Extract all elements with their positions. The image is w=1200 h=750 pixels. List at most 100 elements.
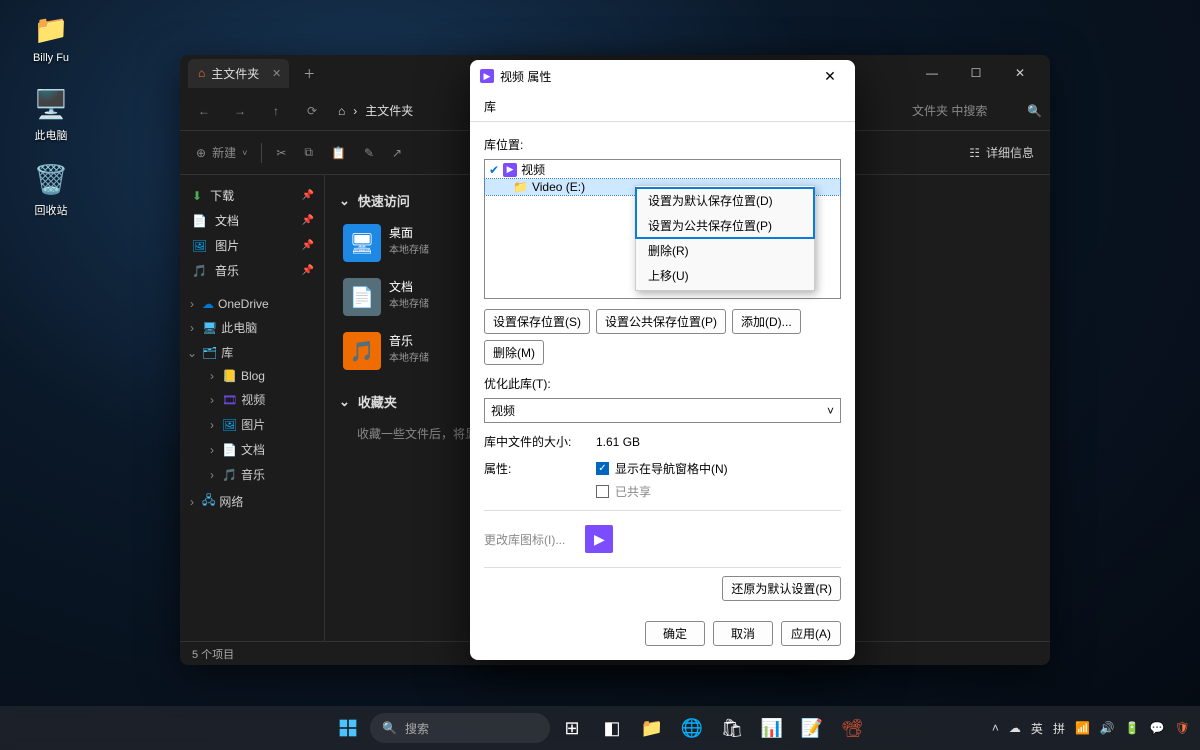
sidebar-item-music[interactable]: 🎵音乐📌 (184, 258, 320, 283)
set-public-save-button[interactable]: 设置公共保存位置(P) (596, 309, 726, 334)
restore-defaults-button[interactable]: 还原为默认设置(R) (722, 576, 841, 601)
dialog-footer: 确定 取消 应用(A) (470, 611, 855, 660)
pc-icon: 🖥️ (32, 85, 70, 123)
share-button[interactable]: ↗ (384, 137, 410, 169)
ok-button[interactable]: 确定 (645, 621, 705, 646)
notification-icon[interactable]: 💬 (1150, 721, 1165, 735)
start-button[interactable] (330, 710, 366, 746)
change-icon-label[interactable]: 更改库图标(I)... (484, 531, 565, 548)
wifi-icon[interactable]: 📶 (1075, 721, 1090, 735)
sidebar-item-network[interactable]: ›🖧网络 (184, 487, 320, 516)
show-in-nav-checkbox[interactable]: ✓显示在导航窗格中(N) (596, 460, 728, 477)
volume-icon[interactable]: 🔊 (1100, 721, 1115, 735)
maximize-button[interactable]: ☐ (954, 58, 998, 88)
download-icon: ⬇ (192, 189, 202, 203)
close-tab-icon[interactable]: ✕ (272, 67, 281, 80)
ime-mode[interactable]: 拼 (1053, 720, 1065, 737)
tile-desktop[interactable]: 🖥桌面本地存储 (339, 220, 479, 266)
ctx-set-default-save[interactable]: 设置为默认保存位置(D) (636, 188, 814, 213)
desktop-icon-label: 回收站 (16, 202, 86, 218)
cut-button[interactable]: ✂ (268, 137, 294, 169)
close-dialog-button[interactable]: ✕ (815, 64, 845, 88)
back-button[interactable]: ← (188, 95, 220, 127)
sidebar-lib-blog[interactable]: ›📒Blog (204, 365, 320, 387)
tab-label: 主文件夹 (211, 65, 259, 82)
app-powerpoint[interactable]: 📽 (834, 710, 870, 746)
sidebar-lib-video[interactable]: ›🎞视频 (204, 387, 320, 412)
sidebar-item-documents[interactable]: 📄文档📌 (184, 208, 320, 233)
pin-icon: 📌 (302, 265, 314, 276)
sidebar-lib-pictures[interactable]: ›🖼图片 (204, 412, 320, 437)
breadcrumb[interactable]: ⌂› 主文件夹 (338, 102, 413, 119)
ctx-move-up[interactable]: 上移(U) (636, 263, 814, 288)
dialog-title: 视频 属性 (500, 68, 551, 85)
desktop-icon-recyclebin[interactable]: 🗑️ 回收站 (16, 160, 86, 218)
forward-button[interactable]: → (224, 95, 256, 127)
apply-button[interactable]: 应用(A) (781, 621, 841, 646)
item-count: 5 个项目 (192, 646, 234, 662)
minimize-button[interactable]: ― (910, 58, 954, 88)
ctx-delete[interactable]: 删除(R) (636, 238, 814, 263)
doc-icon: 📄 (222, 443, 237, 457)
music-icon: 🎵 (192, 264, 207, 278)
size-label: 库中文件的大小: (484, 433, 584, 450)
app-store[interactable]: 🛍 (714, 710, 750, 746)
taskview-button[interactable]: ⊞ (554, 710, 590, 746)
sidebar-item-onedrive[interactable]: ›☁OneDrive (184, 293, 320, 315)
dialog-titlebar: ▶ 视频 属性 ✕ (470, 60, 855, 92)
new-button[interactable]: ⊕新建˅ (188, 137, 255, 169)
set-save-location-button[interactable]: 设置保存位置(S) (484, 309, 590, 334)
separator (261, 143, 262, 163)
chevron-right-icon: › (186, 321, 198, 335)
app-word[interactable]: 📝 (794, 710, 830, 746)
sidebar-lib-music[interactable]: ›🎵音乐 (204, 462, 320, 487)
up-button[interactable]: ↑ (260, 95, 292, 127)
remove-location-button[interactable]: 删除(M) (484, 340, 544, 365)
tile-documents[interactable]: 📄文档本地存储 (339, 274, 479, 320)
refresh-button[interactable]: ⟳ (296, 95, 328, 127)
desktop-icon-userfolder[interactable]: 📁 Billy Fu (16, 10, 86, 64)
widgets-button[interactable]: ◧ (594, 710, 630, 746)
tile-music[interactable]: 🎵音乐本地存储 (339, 328, 479, 374)
battery-icon[interactable]: 🔋 (1125, 721, 1140, 735)
sidebar-lib-documents[interactable]: ›📄文档 (204, 437, 320, 462)
cancel-button[interactable]: 取消 (713, 621, 773, 646)
security-icon[interactable]: 🛡 (1175, 721, 1190, 735)
locations-listbox[interactable]: ✔▶视频 📁Video (E:) 设置为默认保存位置(D) 设置为公共保存位置(… (484, 159, 841, 299)
add-location-button[interactable]: 添加(D)... (732, 309, 801, 334)
breadcrumb-label: 主文件夹 (365, 102, 413, 119)
tray-onedrive-icon[interactable]: ☁ (1009, 721, 1021, 735)
sidebar-item-downloads[interactable]: ⬇下载📌 (184, 183, 320, 208)
chevron-right-icon: › (206, 418, 218, 432)
copy-button[interactable]: ⧉ (296, 137, 321, 169)
music-icon: 🎵 (222, 468, 237, 482)
chevron-right-icon: › (186, 495, 198, 509)
tray-chevron-icon[interactable]: ˄ (992, 721, 999, 735)
details-button[interactable]: ☷详细信息 (961, 137, 1042, 169)
dialog-tab-library[interactable]: 库 (470, 92, 855, 122)
context-menu: 设置为默认保存位置(D) 设置为公共保存位置(P) 删除(R) 上移(U) (635, 185, 815, 291)
app-explorer[interactable]: 📁 (634, 710, 670, 746)
shared-checkbox[interactable]: 已共享 (596, 483, 728, 500)
checkbox-checked-icon: ✓ (596, 462, 609, 475)
optimize-combobox[interactable]: 视频˅ (484, 398, 841, 423)
taskbar-search[interactable]: 🔍搜索 (370, 713, 550, 743)
rename-button[interactable]: ✎ (356, 137, 382, 169)
new-tab-button[interactable]: ＋ (295, 59, 323, 87)
chevron-right-icon: › (206, 393, 218, 407)
location-row-videos[interactable]: ✔▶视频 (485, 160, 840, 179)
sidebar-item-thispc[interactable]: ›🖥此电脑 (184, 315, 320, 340)
app-excel[interactable]: 📊 (754, 710, 790, 746)
app-edge[interactable]: 🌐 (674, 710, 710, 746)
desktop-icon-thispc[interactable]: 🖥️ 此电脑 (16, 85, 86, 143)
tab-home[interactable]: ⌂ 主文件夹 ✕ (188, 59, 289, 88)
close-window-button[interactable]: ✕ (998, 58, 1042, 88)
sidebar-item-libraries[interactable]: ⌄🗂库 (184, 340, 320, 365)
ime-lang[interactable]: 英 (1031, 720, 1043, 737)
notebook-icon: 📒 (222, 369, 237, 383)
search-box[interactable]: 文件夹 中搜索 🔍 (912, 102, 1042, 119)
sidebar-item-pictures[interactable]: 🖼图片📌 (184, 233, 320, 258)
ctx-set-public-save[interactable]: 设置为公共保存位置(P) (636, 213, 814, 238)
paste-button[interactable]: 📋 (323, 137, 354, 169)
doc-icon: 📄 (192, 214, 207, 228)
